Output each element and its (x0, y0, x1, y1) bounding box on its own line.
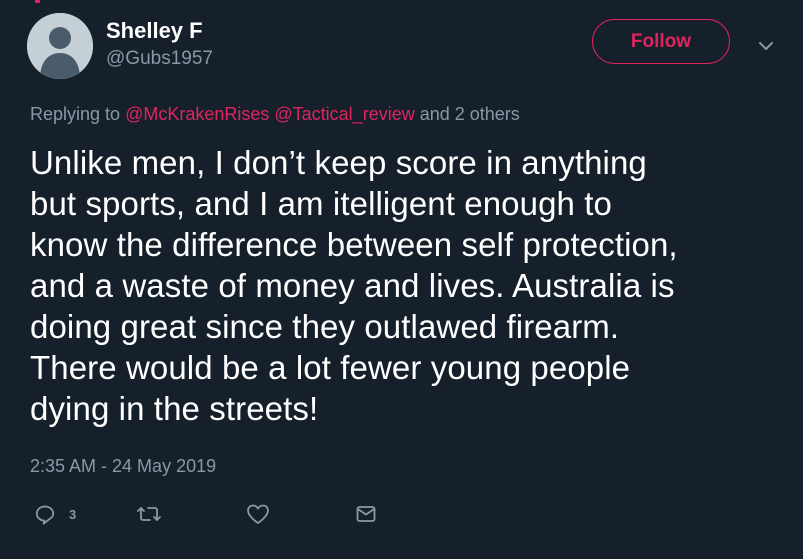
replying-prefix: Replying to (30, 104, 126, 124)
tweet-text: Unlike men, I don’t keep score in anythi… (30, 144, 678, 427)
user-handle[interactable]: @Gubs1957 (106, 48, 213, 70)
top-accent-mark (35, 0, 40, 3)
replying-to-line: Replying to @McKrakenRises @Tactical_rev… (30, 104, 520, 125)
tweet-card: Shelley F @Gubs1957 Follow Replying to @… (0, 0, 803, 559)
direct-message-icon (356, 506, 376, 522)
avatar[interactable] (27, 13, 93, 79)
mention-link-2[interactable]: @Tactical_review (274, 104, 414, 124)
chevron-down-icon[interactable] (756, 36, 776, 56)
reply-button[interactable]: 3 (33, 500, 76, 528)
reply-icon (35, 505, 55, 525)
follow-button[interactable]: Follow (592, 19, 730, 64)
replying-suffix[interactable]: and 2 others (415, 104, 520, 124)
display-name[interactable]: Shelley F (106, 18, 203, 44)
direct-message-button[interactable] (354, 500, 378, 528)
like-button[interactable] (245, 500, 271, 528)
reply-count: 3 (69, 506, 77, 522)
mention-link-1[interactable]: @McKrakenRises (125, 104, 269, 124)
default-avatar-icon (27, 13, 93, 79)
retweet-icon (137, 507, 161, 521)
tweet-timestamp[interactable]: 2:35 AM - 24 May 2019 (30, 456, 216, 477)
retweet-button[interactable] (136, 500, 162, 528)
like-icon (247, 504, 269, 524)
